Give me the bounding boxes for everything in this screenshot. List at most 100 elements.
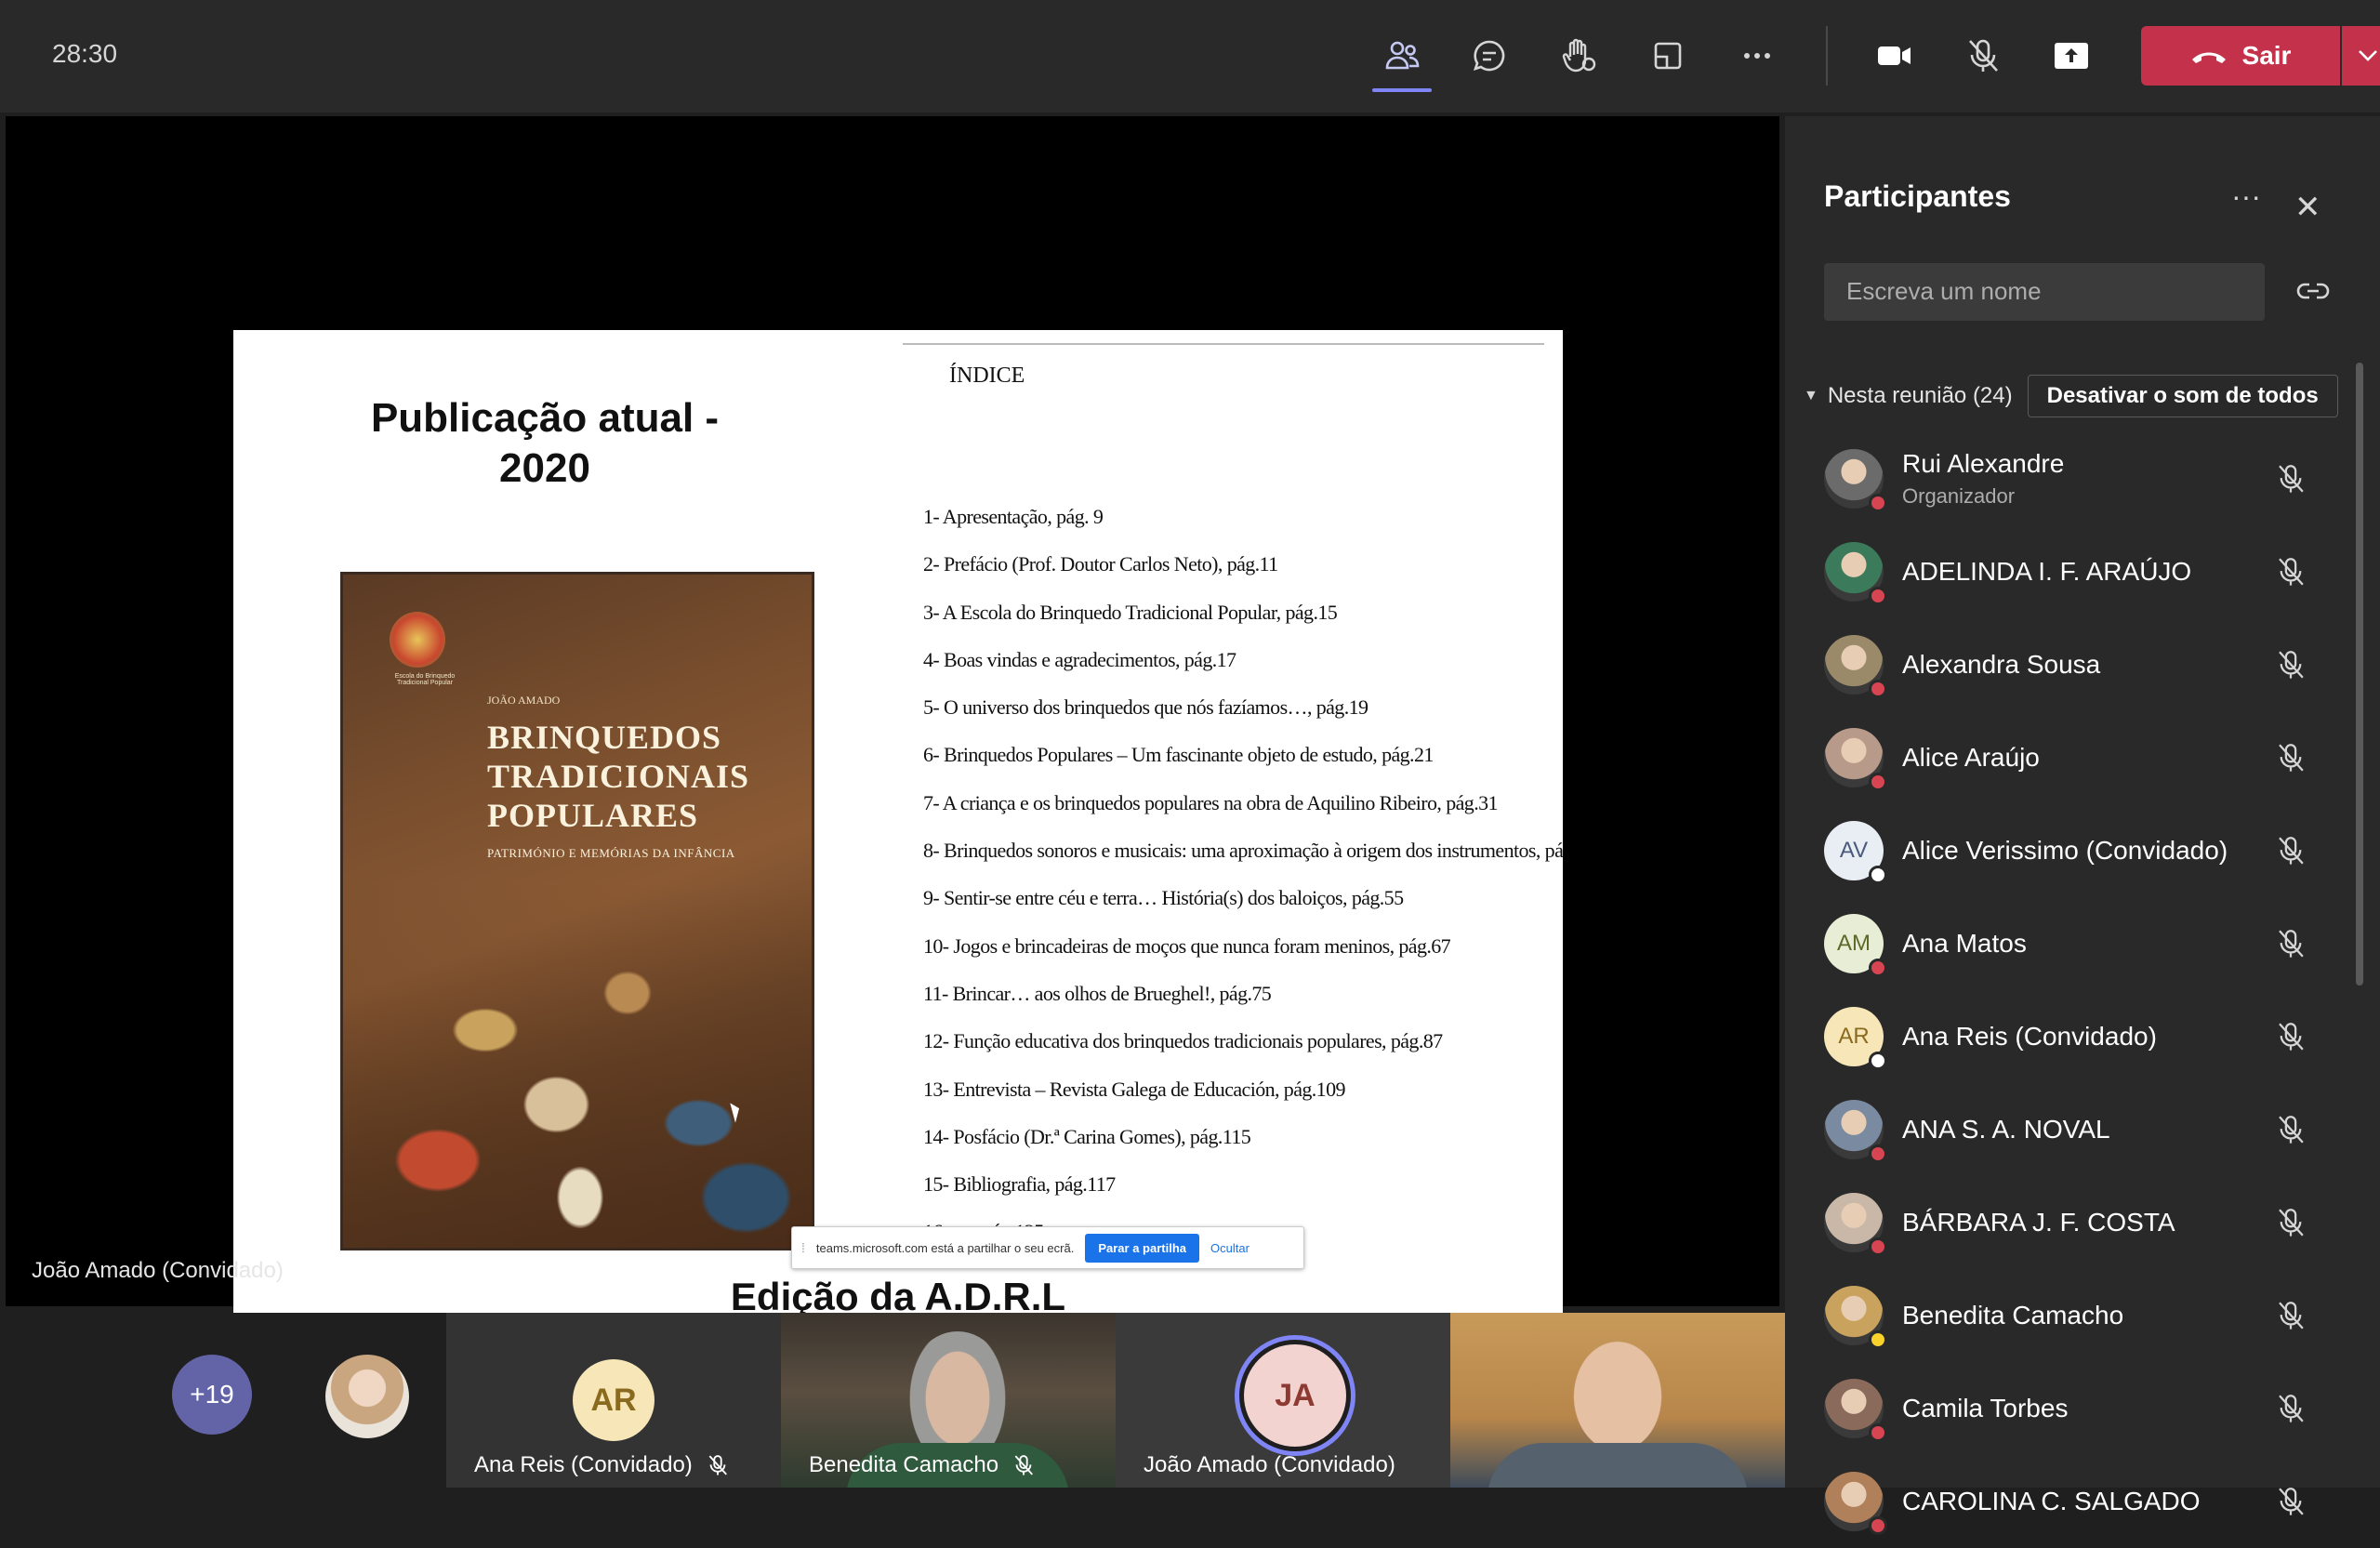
- section-label[interactable]: Nesta reunião (24): [1828, 383, 2013, 409]
- link-icon[interactable]: [2294, 272, 2332, 310]
- mic-off-icon: [2279, 651, 2304, 679]
- participant-row[interactable]: ADELINDA I. F. ARAÚJO: [1824, 525, 2345, 618]
- more-participants-badge[interactable]: +19: [172, 1355, 252, 1435]
- toolbar-divider: [1826, 26, 1828, 86]
- participant-name: Alexandra Sousa: [1902, 650, 2101, 679]
- participant-video-body: [1488, 1443, 1748, 1488]
- toc-divider: [903, 343, 1544, 345]
- more-actions-button[interactable]: [1727, 26, 1787, 86]
- shared-screen-stage: Publicação atual - 2020 Escola do Brinqu…: [6, 116, 1779, 1328]
- video-tile[interactable]: [1450, 1313, 1785, 1488]
- participant-row[interactable]: Rui Alexandre Organizador: [1824, 432, 2345, 525]
- participant-name: Alice Araújo: [1902, 743, 2040, 772]
- participants-panel: Participantes ··· ✕ Escreva um nome ▼ Ne…: [1785, 116, 2380, 1535]
- mic-off-icon: [2279, 930, 2304, 958]
- stop-sharing-button[interactable]: Parar a partilha: [1085, 1233, 1199, 1263]
- book-cover: Escola do Brinquedo Tradicional Popular …: [340, 572, 814, 1250]
- presence-status-icon: [1869, 587, 1887, 605]
- rooms-button[interactable]: [1638, 26, 1698, 86]
- chevron-down-icon[interactable]: ▼: [1804, 388, 1818, 404]
- mic-off-icon: [2279, 744, 2304, 772]
- toc-item: 15- Bibliografia, pág.117: [923, 1172, 1116, 1197]
- mute-all-button[interactable]: Desativar o som de todos: [2027, 375, 2338, 417]
- presence-status-icon: [1869, 1423, 1887, 1442]
- participant-row[interactable]: Alexandra Sousa: [1824, 618, 2345, 711]
- video-tiles-strip: +19 AR Ana Reis (Convidado) Benedita Cam…: [0, 1313, 1785, 1488]
- participant-row[interactable]: CAROLINA C. SALGADO: [1824, 1455, 2345, 1548]
- mic-off-icon: [2279, 1023, 2304, 1051]
- tile-name: Ana Reis (Convidado): [474, 1452, 730, 1478]
- hide-notification-link[interactable]: Ocultar: [1210, 1241, 1250, 1255]
- chevron-down-icon: [2359, 50, 2377, 61]
- participant-role: Organizador: [1902, 484, 2016, 508]
- leave-button[interactable]: Sair: [2141, 26, 2340, 86]
- panel-more-options-icon[interactable]: ···: [2231, 179, 2261, 214]
- presence-status-icon: [1869, 1052, 1887, 1070]
- toc-item: 8- Brinquedos sonoros e musicais: uma ap…: [923, 839, 1563, 863]
- participant-name: Benedita Camacho: [1902, 1301, 2124, 1330]
- mic-off-icon: [1014, 1455, 1034, 1475]
- participant-row[interactable]: Alice Araújo: [1824, 711, 2345, 804]
- participant-row[interactable]: ANA S. A. NOVAL: [1824, 1083, 2345, 1176]
- panel-title: Participantes: [1824, 179, 2011, 213]
- scrollbar[interactable]: [2356, 363, 2363, 986]
- chat-button[interactable]: [1460, 26, 1519, 86]
- presence-status-icon: [1869, 959, 1887, 977]
- drag-handle-icon[interactable]: ⁞: [801, 1240, 805, 1255]
- participants-button[interactable]: [1372, 26, 1432, 86]
- school-logo: [390, 612, 445, 668]
- participant-row[interactable]: AM Ana Matos: [1824, 897, 2345, 990]
- participant-row[interactable]: Camila Torbes: [1824, 1362, 2345, 1455]
- raise-hand-button[interactable]: [1549, 26, 1608, 86]
- mic-off-icon: [708, 1455, 727, 1475]
- meeting-toolbar: 28:30 Sair: [0, 0, 2380, 112]
- slide-title: Publicação atual - 2020: [370, 395, 720, 491]
- presence-status-icon: [1869, 773, 1887, 791]
- participant-name: Ana Matos: [1902, 929, 2027, 958]
- video-tile[interactable]: Benedita Camacho: [781, 1313, 1116, 1488]
- tile-name: João Amado (Convidado): [1144, 1452, 1395, 1478]
- tile-name-label: Benedita Camacho: [809, 1452, 999, 1477]
- video-tile-active-speaker[interactable]: JA João Amado (Convidado): [1116, 1313, 1450, 1488]
- rooms-icon: [1654, 42, 1682, 70]
- participant-row[interactable]: AR Ana Reis (Convidado): [1824, 990, 2345, 1083]
- mic-button[interactable]: [1953, 26, 2013, 86]
- tile-name-label: Ana Reis (Convidado): [474, 1452, 693, 1477]
- screen-share-notification: ⁞ teams.microsoft.com está a partilhar o…: [791, 1226, 1304, 1269]
- meeting-timer: 28:30: [52, 39, 118, 68]
- share-content-button[interactable]: [2042, 26, 2101, 86]
- mic-off-icon: [2279, 1116, 2304, 1144]
- more-icon: [1744, 53, 1770, 59]
- camera-button[interactable]: [1864, 26, 1924, 86]
- toc-item: 3- A Escola do Brinquedo Tradicional Pop…: [923, 600, 1338, 624]
- toc-item: 9- Sentir-se entre céu e terra… História…: [923, 886, 1404, 910]
- close-icon[interactable]: ✕: [2294, 189, 2321, 226]
- video-tile[interactable]: AR Ana Reis (Convidado): [446, 1313, 781, 1488]
- toc-item: 7- A criança e os brinquedos populares n…: [923, 790, 1498, 814]
- presence-status-icon: [1869, 1144, 1887, 1163]
- participant-row[interactable]: Benedita Camacho: [1824, 1269, 2345, 1362]
- tile-name: Benedita Camacho: [809, 1452, 1036, 1478]
- avatar: JA: [1244, 1344, 1346, 1447]
- participant-list: Rui Alexandre Organizador ADELINDA I. F. A…: [1824, 432, 2345, 1548]
- toc-item: 12- Função educativa dos brinquedos trad…: [923, 1029, 1443, 1053]
- participant-row[interactable]: AV Alice Verissimo (Convidado): [1824, 804, 2345, 897]
- mic-off-icon: [2279, 837, 2304, 865]
- presence-status-icon: [1869, 1237, 1887, 1256]
- presence-status-icon: [1869, 680, 1887, 698]
- toc-list: 1- Apresentação, pág. 9 2- Prefácio (Pro…: [923, 505, 1563, 1268]
- participant-avatar[interactable]: [325, 1355, 409, 1438]
- mic-off-icon: [2279, 1488, 2304, 1515]
- mic-off-icon: [2279, 1209, 2304, 1237]
- participant-name: Alice Verissimo (Convidado): [1902, 836, 2228, 865]
- chat-icon: [1473, 40, 1505, 72]
- participant-search-input[interactable]: Escreva um nome: [1824, 263, 2265, 321]
- tile-name-label: João Amado (Convidado): [1144, 1452, 1395, 1477]
- active-tab-indicator: [1372, 88, 1432, 92]
- leave-options-button[interactable]: [2342, 26, 2380, 86]
- toc-item: 10- Jogos e brincadeiras de moços que nu…: [923, 933, 1451, 958]
- toc-item: 5- O universo dos brinquedos que nós faz…: [923, 695, 1368, 720]
- participant-row[interactable]: BÁRBARA J. F. COSTA: [1824, 1176, 2345, 1269]
- leave-label: Sair: [2241, 41, 2292, 70]
- book-publisher: Escola do Brinquedo Tradicional Popular: [394, 673, 456, 686]
